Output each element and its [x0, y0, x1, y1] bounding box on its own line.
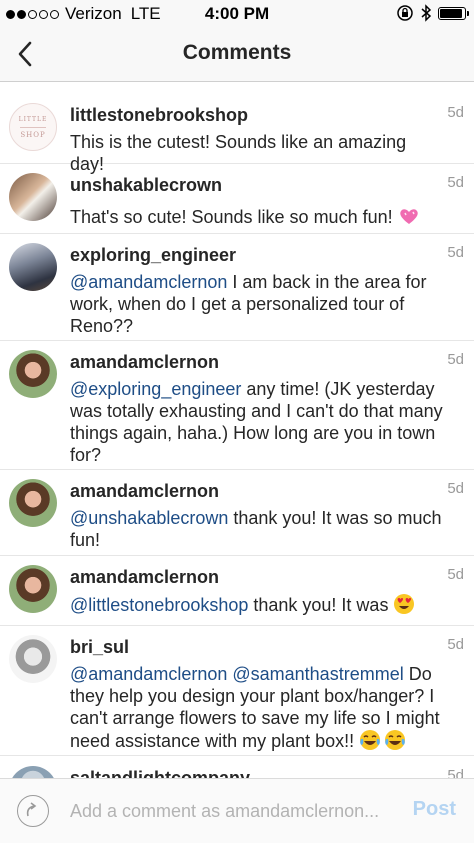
comment-mention[interactable]: @littlestonebrookshop [70, 595, 248, 615]
comment-text: @exploring_engineer any time! (JK yester… [70, 378, 444, 466]
post-button[interactable]: Post [413, 798, 456, 821]
comment-mention[interactable]: @amandamclernon [70, 664, 227, 684]
status-bar: Verizon LTE 4:00 PM [0, 0, 474, 28]
comment-body: amandamclernon @exploring_engineer any t… [70, 351, 444, 466]
comment-timestamp: 5d [447, 480, 464, 497]
comment-composer: Post [0, 778, 474, 843]
comment-body: amandamclernon @littlestonebrookshop tha… [70, 566, 444, 616]
avatar-logo-text-bottom: SHOP [20, 131, 46, 139]
avatar[interactable] [9, 565, 57, 613]
comment-timestamp: 5d [447, 244, 464, 261]
comment-item: saltandlightcompany 5d [0, 756, 474, 778]
avatar[interactable]: LITTLE SHOP [9, 103, 57, 151]
comment-item: amandamclernon @unshakablecrown thank yo… [0, 470, 474, 556]
comment-item: bri_sul @amandamclernon @samanthastremme… [0, 626, 474, 756]
nav-bar: Comments [0, 28, 474, 82]
comment-item: amandamclernon @exploring_engineer any t… [0, 341, 474, 470]
battery-fill [440, 8, 462, 18]
sparkling-heart-emoji-icon [399, 209, 418, 224]
comment-text-segment: thank you! It was [248, 595, 394, 615]
comment-list[interactable]: LITTLE SHOP littlestonebrookshop This is… [0, 82, 474, 778]
avatar[interactable] [9, 173, 57, 221]
comment-mention[interactable]: @exploring_engineer [70, 379, 241, 399]
battery-icon [438, 6, 469, 20]
comment-body: exploring_engineer @amandamclernon I am … [70, 244, 444, 337]
tears-of-joy-emoji-icon [360, 730, 406, 750]
comment-item: exploring_engineer @amandamclernon I am … [0, 234, 474, 341]
comment-mention[interactable]: @amandamclernon [70, 272, 227, 292]
comment-username[interactable]: unshakablecrown [70, 174, 444, 196]
comment-username[interactable]: amandamclernon [70, 480, 444, 502]
comment-text-segment: That's so cute! Sounds like so much fun! [70, 207, 398, 227]
comment-input[interactable] [70, 798, 390, 824]
comment-item: LITTLE SHOP littlestonebrookshop This is… [0, 94, 474, 174]
comment-text: @unshakablecrown thank you! It was so mu… [70, 507, 444, 551]
comment-username[interactable]: bri_sul [70, 636, 444, 658]
comment-body: unshakablecrown That's so cute! Sounds l… [70, 174, 444, 228]
comment-text: @amandamclernon I am back in the area fo… [70, 271, 444, 337]
avatar[interactable] [9, 766, 57, 778]
comment-mention[interactable]: @unshakablecrown [70, 508, 228, 528]
bluetooth-icon [421, 4, 432, 22]
avatar[interactable] [9, 635, 57, 683]
refresh-button[interactable] [17, 795, 49, 827]
comment-body: amandamclernon @unshakablecrown thank yo… [70, 480, 444, 551]
avatar-logo-text-top: LITTLE [18, 116, 48, 123]
comment-timestamp: 5d [447, 104, 464, 121]
comment-timestamp: 5d [447, 351, 464, 368]
comment-item: unshakablecrown That's so cute! Sounds l… [0, 164, 474, 234]
comment-mention[interactable]: @samanthastremmel [232, 664, 403, 684]
avatar[interactable] [9, 243, 57, 291]
avatar[interactable] [9, 350, 57, 398]
comment-username[interactable]: amandamclernon [70, 566, 444, 588]
comment-timestamp: 5d [447, 566, 464, 583]
comment-text: @littlestonebrookshop thank you! It was [70, 593, 444, 616]
comment-timestamp: 5d [447, 636, 464, 653]
comment-username[interactable]: littlestonebrookshop [70, 104, 444, 126]
rotation-lock-icon [397, 5, 413, 21]
avatar[interactable] [9, 479, 57, 527]
comment-body: bri_sul @amandamclernon @samanthastremme… [70, 636, 444, 752]
status-right [396, 4, 469, 22]
comment-username[interactable]: saltandlightcompany [70, 767, 444, 778]
page-title: Comments [182, 41, 292, 64]
comment-text: @amandamclernon @samanthastremmel Do the… [70, 663, 444, 752]
refresh-arrow-icon [26, 802, 37, 817]
comment-body: saltandlightcompany [70, 767, 444, 778]
comment-timestamp: 5d [447, 767, 464, 778]
comment-username[interactable]: exploring_engineer [70, 244, 444, 266]
comment-username[interactable]: amandamclernon [70, 351, 444, 373]
heart-eyes-emoji-icon [394, 594, 415, 614]
comment-timestamp: 5d [447, 174, 464, 191]
comment-text: That's so cute! Sounds like so much fun! [70, 206, 444, 228]
comment-item: amandamclernon @littlestonebrookshop tha… [0, 556, 474, 626]
